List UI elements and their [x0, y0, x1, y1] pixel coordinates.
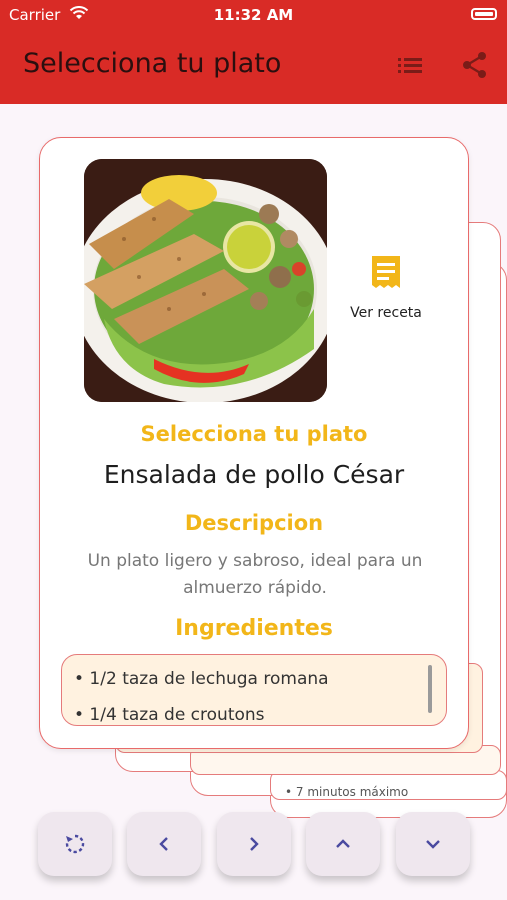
receipt-icon [372, 256, 400, 288]
page-title: Selecciona tu plato [23, 48, 282, 79]
view-recipe-button[interactable]: Ver receta [338, 246, 434, 326]
chevron-up-icon [336, 839, 350, 848]
down-button[interactable] [396, 812, 470, 876]
share-icon[interactable] [460, 50, 490, 80]
ingredients-list[interactable]: • 1/2 taza de lechuga romana • 1/4 taza … [61, 654, 447, 726]
status-bar: Carrier 11:32 AM [0, 0, 507, 30]
dish-name: Ensalada de pollo César [103, 460, 405, 489]
select-dish-label: Selecciona tu plato [140, 422, 368, 446]
ingredients-scrollbar[interactable] [428, 665, 432, 713]
salad-illustration [84, 159, 327, 402]
battery-icon [471, 8, 497, 20]
dish-image [84, 159, 327, 402]
next-button[interactable] [217, 812, 291, 876]
description-text: Un plato ligero y sabroso, ideal para un… [87, 551, 423, 598]
ingredients-heading: Ingredientes [175, 616, 333, 641]
dish-card[interactable]: Ver receta Selecciona tu plato Ensalada … [39, 137, 469, 749]
chevron-right-icon [250, 837, 259, 851]
chevron-down-icon [426, 840, 440, 849]
chevron-left-icon [159, 837, 168, 851]
ingredient-item: • 1/4 taza de croutons [74, 705, 265, 725]
previous-button[interactable] [127, 812, 201, 876]
reset-icon [65, 834, 85, 854]
up-button[interactable] [306, 812, 380, 876]
reset-button[interactable] [38, 812, 112, 876]
view-recipe-label: Ver receta [350, 305, 422, 321]
ingredient-item: • 1/2 taza de lechuga romana [74, 669, 329, 689]
stacked-card-text: • 7 minutos máximo [285, 785, 409, 799]
description-heading: Descripcion [184, 511, 324, 535]
list-icon[interactable] [395, 50, 425, 80]
clock: 11:32 AM [213, 6, 294, 24]
app-bar: Carrier 11:32 AM Selecciona tu plato [0, 0, 507, 104]
